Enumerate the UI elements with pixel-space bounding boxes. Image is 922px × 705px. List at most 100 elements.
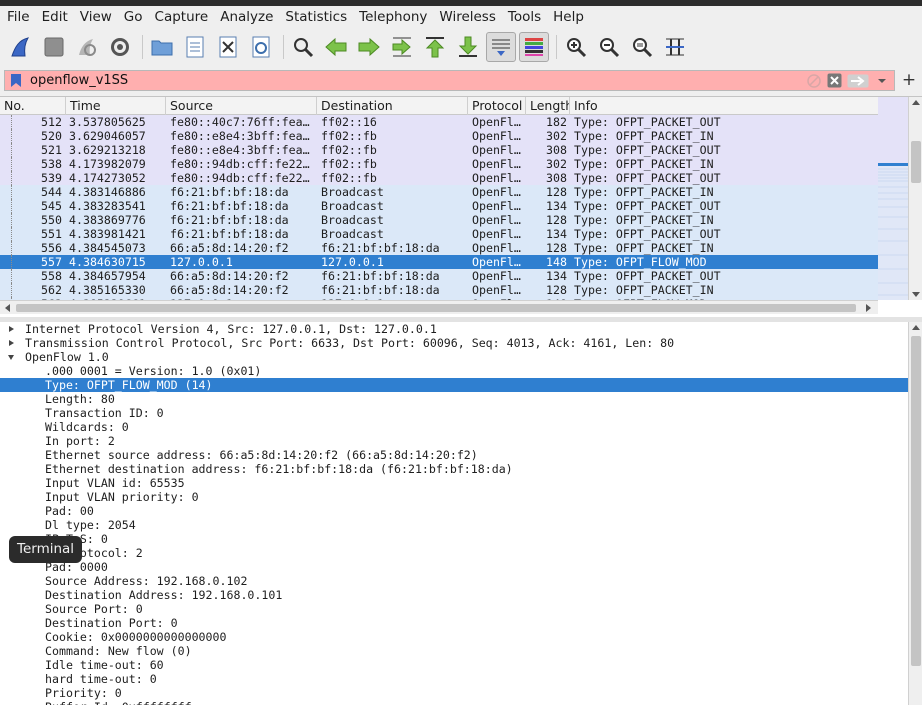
- packet-time: 3.537805625: [69, 115, 146, 129]
- first-packet-button[interactable]: [420, 32, 450, 62]
- packet-row[interactable]: 562 4.385165330 66:a5:8d:14:20:f2 f6:21:bf:…: [0, 283, 878, 297]
- packet-protocol: OpenFl…: [472, 199, 521, 213]
- detail-item[interactable]: Pad: 00: [0, 504, 922, 518]
- detail-item[interactable]: Priority: 0: [0, 686, 922, 700]
- column-protocol[interactable]: Protocol: [468, 97, 526, 115]
- detail-item[interactable]: Cookie: 0x0000000000000000: [0, 630, 922, 644]
- menu-statistics[interactable]: Statistics: [280, 9, 352, 25]
- filter-clear-invalid[interactable]: [806, 73, 822, 89]
- menu-capture[interactable]: Capture: [150, 9, 214, 25]
- expanded-triangle-icon[interactable]: [8, 355, 14, 360]
- packet-time: 3.629046057: [69, 129, 146, 143]
- stop-capture-button[interactable]: [39, 32, 69, 62]
- detail-item[interactable]: Idle time-out: 60: [0, 658, 922, 672]
- detail-item[interactable]: Input VLAN priority: 0: [0, 490, 922, 504]
- details-vertical-scrollbar[interactable]: [908, 322, 922, 705]
- detail-item[interactable]: Input VLAN id: 65535: [0, 476, 922, 490]
- detail-item[interactable]: Transaction ID: 0: [0, 406, 922, 420]
- detail-item[interactable]: Source Port: 0: [0, 602, 922, 616]
- filter-clear-button[interactable]: [826, 73, 842, 89]
- normal-size-button[interactable]: [627, 32, 657, 62]
- packet-row[interactable]: 544 4.383146886 f6:21:bf:bf:18:da Broadcast…: [0, 185, 878, 199]
- start-capture-button[interactable]: [6, 32, 36, 62]
- detail-item[interactable]: Type: OFPT_FLOW_MOD (14): [0, 378, 922, 392]
- display-filter-input[interactable]: [24, 73, 806, 88]
- go-forward-button[interactable]: [354, 32, 384, 62]
- detail-item[interactable]: IP ToS: 0: [0, 532, 922, 546]
- detail-item[interactable]: Source Address: 192.168.0.102: [0, 574, 922, 588]
- packet-row[interactable]: 512 3.537805625 fe80::40c7:76ff:fea… ff02::…: [0, 115, 878, 129]
- last-packet-button[interactable]: [453, 32, 483, 62]
- zoom-out-button[interactable]: [594, 32, 624, 62]
- menu-wireless[interactable]: Wireless: [434, 9, 501, 25]
- column-info[interactable]: Info: [570, 97, 878, 115]
- detail-item[interactable]: Dl type: 2054: [0, 518, 922, 532]
- find-packet-button[interactable]: [288, 32, 318, 62]
- column-destination[interactable]: Destination: [317, 97, 468, 115]
- menu-file[interactable]: File: [2, 9, 35, 25]
- autoscroll-button[interactable]: [486, 32, 516, 62]
- packet-time: 4.385165330: [69, 283, 146, 297]
- reload-file-button[interactable]: [246, 32, 276, 62]
- colorize-button[interactable]: [519, 32, 549, 62]
- packet-minimap[interactable]: [878, 97, 908, 300]
- menu-tools[interactable]: Tools: [503, 9, 546, 25]
- column-source[interactable]: Source: [166, 97, 317, 115]
- packet-list-vertical-scrollbar[interactable]: [908, 97, 922, 300]
- restart-capture-button[interactable]: [72, 32, 102, 62]
- go-back-button[interactable]: [321, 32, 351, 62]
- save-file-button[interactable]: [180, 32, 210, 62]
- packet-row[interactable]: 556 4.384545073 66:a5:8d:14:20:f2 f6:21:bf:…: [0, 241, 878, 255]
- detail-item[interactable]: Ethernet source address: 66:a5:8d:14:20:…: [0, 448, 922, 462]
- detail-item[interactable]: OpenFlow 1.0: [0, 350, 922, 364]
- detail-item[interactable]: Wildcards: 0: [0, 420, 922, 434]
- menu-edit[interactable]: Edit: [37, 9, 73, 25]
- menu-telephony[interactable]: Telephony: [354, 9, 432, 25]
- detail-item[interactable]: Destination Address: 192.168.0.101: [0, 588, 922, 602]
- column-no[interactable]: No.: [0, 97, 66, 115]
- detail-item[interactable]: Destination Port: 0: [0, 616, 922, 630]
- zoom-in-button[interactable]: [561, 32, 591, 62]
- related-packet-line: [11, 227, 12, 241]
- packet-row[interactable]: 550 4.383869776 f6:21:bf:bf:18:da Broadcast…: [0, 213, 878, 227]
- detail-item[interactable]: Pad: 0000: [0, 560, 922, 574]
- filter-apply-button[interactable]: [846, 73, 870, 89]
- go-to-packet-button[interactable]: [387, 32, 417, 62]
- open-file-button[interactable]: [147, 32, 177, 62]
- add-filter-button-icon[interactable]: +: [900, 70, 918, 91]
- packet-row[interactable]: 521 3.629213218 fe80::e8e4:3bff:fea… ff02::…: [0, 143, 878, 157]
- collapsed-triangle-icon[interactable]: [9, 340, 14, 346]
- detail-item[interactable]: Length: 80: [0, 392, 922, 406]
- detail-item[interactable]: Transmission Control Protocol, Src Port:…: [0, 336, 922, 350]
- detail-item[interactable]: In port: 2: [0, 434, 922, 448]
- filter-history-dropdown[interactable]: [874, 73, 890, 89]
- menu-view[interactable]: View: [75, 9, 117, 25]
- detail-item[interactable]: hard time-out: 0: [0, 672, 922, 686]
- packet-row[interactable]: 545 4.383283541 f6:21:bf:bf:18:da Broadcast…: [0, 199, 878, 213]
- detail-item[interactable]: Command: New flow (0): [0, 644, 922, 658]
- detail-item[interactable]: Internet Protocol Version 4, Src: 127.0.…: [0, 322, 922, 336]
- packet-row[interactable]: 539 4.174273052 fe80::94db:cff:fe22… ff02::…: [0, 171, 878, 185]
- packet-row[interactable]: 538 4.173982079 fe80::94db:cff:fe22… ff02::…: [0, 157, 878, 171]
- detail-item[interactable]: IP protocol: 2: [0, 546, 922, 560]
- filter-bookmark-button[interactable]: [8, 72, 24, 89]
- menu-help[interactable]: Help: [548, 9, 589, 25]
- close-icon: [827, 73, 841, 88]
- menu-analyze[interactable]: Analyze: [215, 9, 278, 25]
- collapsed-triangle-icon[interactable]: [9, 326, 14, 332]
- packet-row[interactable]: 551 4.383981421 f6:21:bf:bf:18:da Broadcast…: [0, 227, 878, 241]
- packet-row[interactable]: 520 3.629046057 fe80::e8e4:3bff:fea… ff02::…: [0, 129, 878, 143]
- related-packet-line: [11, 157, 12, 171]
- column-length[interactable]: Length: [526, 97, 570, 115]
- column-time[interactable]: Time: [66, 97, 166, 115]
- capture-options-button[interactable]: [105, 32, 135, 62]
- resize-columns-button[interactable]: [660, 32, 690, 62]
- close-file-button[interactable]: [213, 32, 243, 62]
- packet-list-horizontal-scrollbar[interactable]: [0, 300, 878, 314]
- menu-go[interactable]: Go: [119, 9, 148, 25]
- packet-row[interactable]: 557 4.384630715 127.0.0.1 127.0.0.1 OpenFl… 1…: [0, 255, 878, 269]
- detail-item[interactable]: .000 0001 = Version: 1.0 (0x01): [0, 364, 922, 378]
- detail-item[interactable]: Ethernet destination address: f6:21:bf:b…: [0, 462, 922, 476]
- packet-row[interactable]: 558 4.384657954 66:a5:8d:14:20:f2 f6:21:bf:…: [0, 269, 878, 283]
- detail-item[interactable]: Buffer Id: 0xffffffff: [0, 700, 922, 705]
